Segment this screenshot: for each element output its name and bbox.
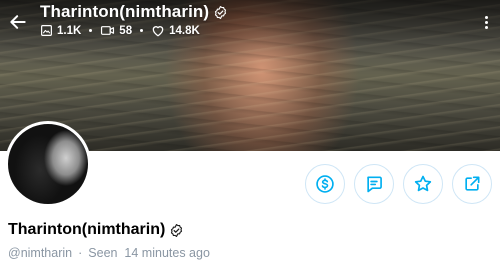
favorite-button[interactable]	[403, 164, 443, 204]
photos-count: 1.1K	[57, 24, 82, 37]
dollar-icon	[316, 175, 334, 193]
message-button[interactable]	[354, 164, 394, 204]
profile-name-row: Tharinton(nimtharin)	[8, 221, 184, 239]
heart-icon	[152, 26, 164, 37]
more-dot-icon	[484, 15, 488, 19]
star-icon	[414, 175, 432, 192]
meta-separator: ·	[78, 246, 83, 260]
likes-stat: 14.8K	[151, 24, 200, 37]
arrow-left-icon	[10, 15, 26, 29]
separator-dot	[140, 29, 144, 32]
cover-photo	[0, 0, 500, 151]
profile-actions	[305, 164, 492, 204]
more-options-button[interactable]	[480, 10, 492, 34]
videos-stat: 58	[100, 24, 132, 37]
header-title-row: Tharinton(nimtharin)	[40, 2, 228, 22]
likes-count: 14.8K	[169, 24, 200, 37]
verified-icon	[171, 223, 183, 237]
avatar[interactable]	[5, 121, 91, 207]
profile-page: Tharinton(nimtharin) 1.1K 58 14.8K Thari…	[0, 0, 500, 267]
photos-stat: 1.1K	[40, 24, 81, 37]
header-stats: 1.1K 58 14.8K	[40, 24, 200, 37]
video-icon	[101, 26, 115, 35]
share-button[interactable]	[452, 164, 492, 204]
more-dot-icon	[484, 25, 488, 29]
share-icon	[465, 176, 480, 191]
videos-count: 58	[119, 24, 133, 37]
tip-button[interactable]	[305, 164, 345, 204]
back-button[interactable]	[4, 8, 32, 36]
last-seen: Seen 14 minutes ago	[88, 246, 210, 260]
message-icon	[367, 176, 382, 193]
header-title: Tharinton(nimtharin)	[40, 2, 210, 21]
profile-name: Tharinton(nimtharin)	[8, 221, 166, 238]
profile-handle: @nimtharin	[8, 246, 73, 260]
verified-icon	[215, 5, 227, 19]
image-icon	[41, 25, 52, 36]
separator-dot	[89, 29, 93, 32]
profile-meta: @nimtharin · Seen 14 minutes ago	[8, 246, 210, 260]
more-dot-icon	[484, 20, 488, 24]
